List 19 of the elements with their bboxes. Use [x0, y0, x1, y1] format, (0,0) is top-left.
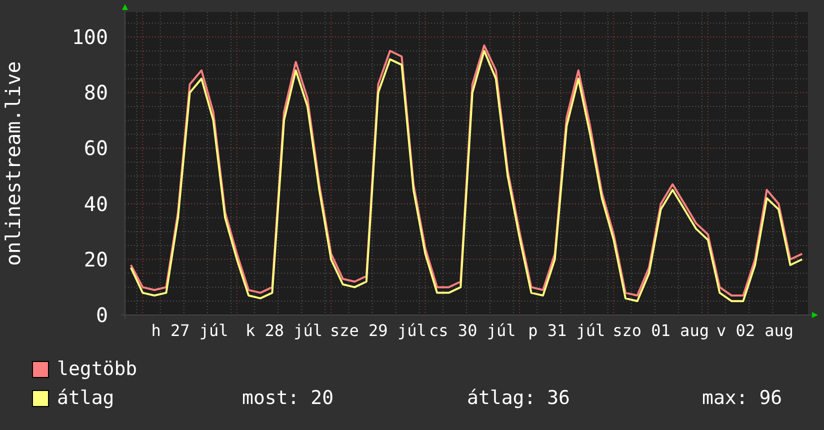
y-axis-title: onlinestream.live: [1, 61, 25, 266]
legend-label: legtöbb: [57, 357, 138, 382]
x-tick-label: p 31 júl: [528, 321, 606, 340]
x-tick-label: k 28 júl: [245, 321, 322, 340]
stat-value: max: 96: [702, 386, 782, 411]
y-tick-label: 100: [72, 25, 108, 50]
x-tick-label: szo 01 aug: [612, 321, 709, 340]
y-tick-label: 80: [84, 80, 108, 105]
y-tick-label: 40: [84, 192, 108, 216]
legend-label: átlag: [57, 386, 114, 411]
x-tick-label: v 02 aug: [716, 321, 794, 340]
stat-value: átlag: 36: [467, 386, 571, 411]
x-tick-label: h 27 júl: [151, 321, 228, 340]
stat-value: most: 20: [242, 386, 335, 411]
y-tick-label: 20: [84, 247, 108, 272]
x-tick-label: cs 30 júl: [429, 321, 516, 340]
y-tick-label: 0: [96, 303, 108, 327]
y-tick-label: 60: [84, 136, 108, 160]
x-tick-label: sze 29 júl: [330, 321, 426, 340]
